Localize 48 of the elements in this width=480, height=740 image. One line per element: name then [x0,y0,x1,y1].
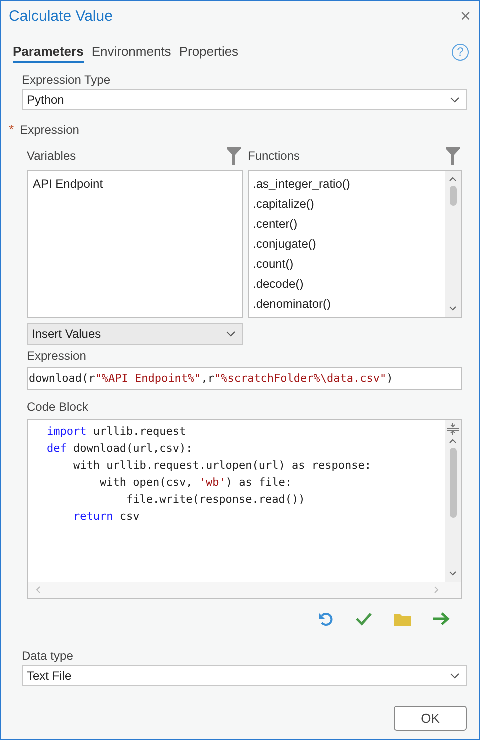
scrollbar[interactable] [445,420,461,582]
function-item[interactable]: .conjugate() [253,234,441,254]
chevron-right-icon [434,586,439,594]
expression-field[interactable]: download(r"%API Endpoint%",r"%scratchFolder%\data.csv") [27,367,462,390]
chevron-up-icon [449,177,457,182]
window-title: Calculate Value [9,8,113,24]
ok-button[interactable]: OK [394,706,467,731]
chevron-down-icon [449,571,457,576]
required-mark: * [9,122,14,137]
function-item[interactable]: .decode() [253,274,441,294]
chevron-down-icon [450,672,460,678]
column-label: Functions [248,149,300,163]
field-label: Expression [27,349,88,363]
section-label: Expression [20,122,80,136]
function-item[interactable]: .count() [253,254,441,274]
variable-item[interactable]: API Endpoint [33,174,237,194]
chevron-left-icon [36,586,41,594]
function-item[interactable]: .capitalize() [253,194,441,214]
folder-icon[interactable] [394,612,411,626]
chevron-down-icon [450,96,460,102]
data-type-dropdown[interactable]: Text File [22,665,467,686]
field-label: Expression Type [22,73,112,87]
horizontal-scrollbar[interactable] [28,582,461,598]
close-button[interactable]: × [460,7,471,25]
filter-icon[interactable] [227,147,241,165]
arrow-right-icon[interactable] [433,612,450,626]
tab[interactable]: Environments [92,44,172,63]
scrollbar[interactable] [445,171,461,317]
insert-values-dropdown[interactable]: Insert Values [27,323,243,345]
filter-icon[interactable] [446,147,460,165]
function-item[interactable]: .as_integer_ratio() [253,174,441,194]
undo-icon[interactable] [318,611,334,627]
chevron-up-icon [449,439,457,444]
tab[interactable]: Parameters [13,44,84,63]
checkmark-icon[interactable] [356,612,372,626]
field-label: Data type [22,649,74,663]
split-icon [447,423,459,435]
column-label: Variables [27,149,76,163]
code-editor[interactable]: import urllib.request def download(url,csv): with urllib.request.urlopen(url) as response: with open(csv, 'wb') as file: file.write(response.read()) return csv [27,419,462,599]
function-item[interactable]: .denominator() [253,294,441,314]
field-label: Code Block [27,400,90,414]
chevron-down-icon [226,331,236,337]
scrollbar-thumb[interactable] [450,186,456,206]
chevron-down-icon [449,306,457,311]
function-item[interactable]: .center() [253,214,441,234]
tab[interactable]: Properties [179,44,239,63]
scrollbar-thumb[interactable] [450,448,456,518]
expression-type-dropdown[interactable]: Python [22,89,467,110]
